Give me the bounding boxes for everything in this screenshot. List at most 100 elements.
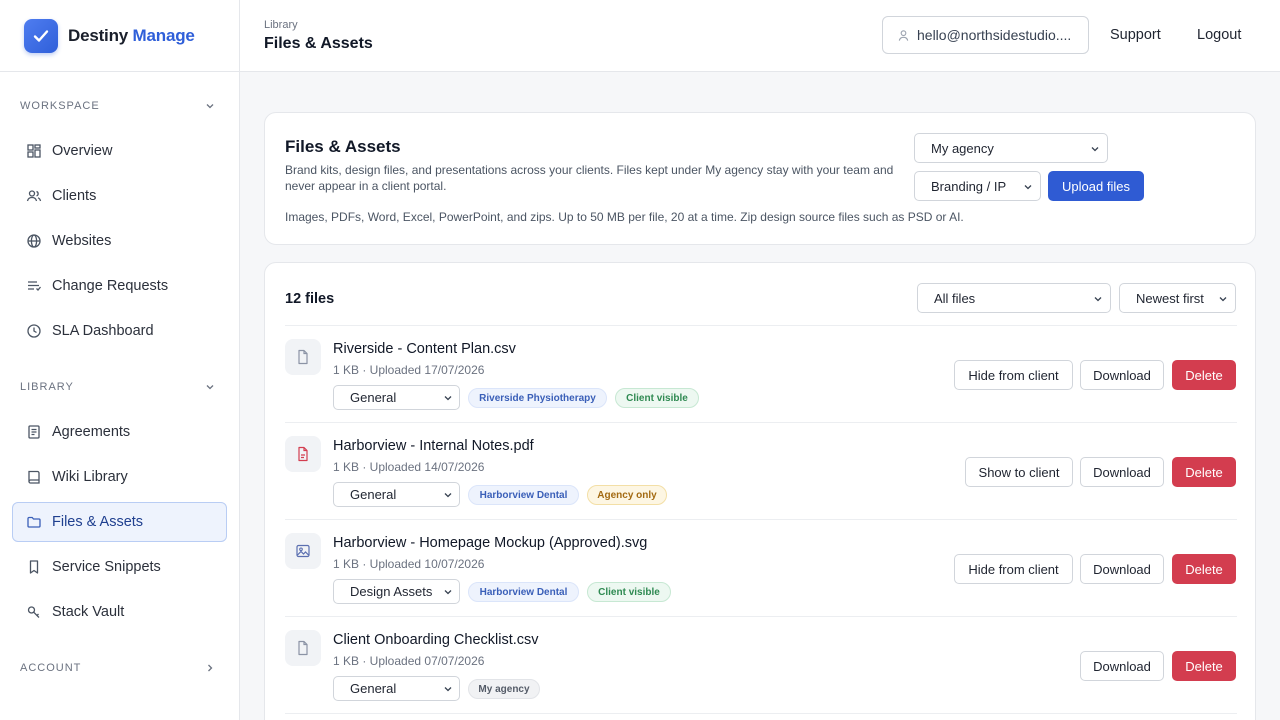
chevron-down-icon xyxy=(444,590,452,595)
client-tag: Harborview Dental xyxy=(468,582,579,602)
filter-select[interactable]: All files xyxy=(917,283,1111,313)
file-count: 12 files xyxy=(285,291,335,307)
chevron-down-icon xyxy=(1091,147,1099,152)
users-icon xyxy=(26,190,42,202)
account-email-button[interactable]: hello@northsidestudio.... xyxy=(882,16,1089,54)
visibility-badge: Client visible xyxy=(587,582,671,602)
key-icon xyxy=(27,606,40,618)
upload-hint: Images, PDFs, Word, Excel, PowerPoint, a… xyxy=(285,210,964,224)
upload-card-title: Files & Assets xyxy=(285,137,401,156)
file-category-value: Design Assets xyxy=(350,584,433,599)
file-row xyxy=(285,713,1237,720)
visibility-badge: Agency only xyxy=(587,485,667,505)
hide-from-client-button[interactable]: Hide from client xyxy=(954,554,1073,584)
nav-item-service-snippets[interactable]: Service Snippets xyxy=(12,547,227,587)
delete-button[interactable]: Delete xyxy=(1172,651,1236,681)
file-name[interactable]: Harborview - Homepage Mockup (Approved).… xyxy=(333,535,647,551)
bookmark-icon xyxy=(29,560,39,574)
section-account-label: ACCOUNT xyxy=(20,662,82,674)
owner-select[interactable]: My agency xyxy=(914,133,1108,163)
file-category-select[interactable]: General xyxy=(333,482,460,507)
download-button[interactable]: Download xyxy=(1080,457,1164,487)
globe-icon xyxy=(27,234,41,248)
delete-button[interactable]: Delete xyxy=(1172,554,1236,584)
chevron-down-icon xyxy=(1094,297,1102,302)
nav-label: Websites xyxy=(52,233,112,249)
category-select-value: Branding / IP xyxy=(931,178,1007,194)
client-tag: Harborview Dental xyxy=(468,485,579,505)
download-button[interactable]: Download xyxy=(1080,651,1164,681)
file-category-select[interactable]: General xyxy=(333,385,460,410)
nav-label: Files & Assets xyxy=(52,514,144,530)
section-workspace[interactable]: WORKSPACE xyxy=(0,96,239,116)
support-link[interactable]: Support xyxy=(1110,27,1161,43)
chevron-down-icon xyxy=(206,104,214,109)
user-icon xyxy=(898,29,909,41)
brand-name-part2: Manage xyxy=(132,25,195,45)
client-tag: Riverside Physiotherapy xyxy=(468,388,607,408)
topbar: Library Files & Assets hello@northsidest… xyxy=(240,0,1280,72)
nav-item-stack-vault[interactable]: Stack Vault xyxy=(12,592,227,632)
nav-label: Wiki Library xyxy=(52,469,128,485)
file-row: Client Onboarding Checklist.csv 1 KB · U… xyxy=(285,616,1237,713)
sidebar: Destiny Manage WORKSPACE Overview Client… xyxy=(0,0,240,720)
show-to-client-button[interactable]: Show to client xyxy=(965,457,1073,487)
brand-name-part1: Destiny xyxy=(68,25,129,45)
file-meta: 1 KB · Uploaded 14/07/2026 xyxy=(333,460,485,474)
visibility-badge: Client visible xyxy=(615,388,699,408)
file-meta: 1 KB · Uploaded 17/07/2026 xyxy=(333,363,485,377)
nav-item-change-requests[interactable]: Change Requests xyxy=(12,266,227,306)
sort-select-value: Newest first xyxy=(1136,290,1204,306)
section-workspace-label: WORKSPACE xyxy=(20,100,100,112)
file-category-select[interactable]: General xyxy=(333,676,460,701)
book-icon xyxy=(28,470,40,484)
hide-from-client-button[interactable]: Hide from client xyxy=(954,360,1073,390)
file-row: Riverside - Content Plan.csv 1 KB · Uplo… xyxy=(285,325,1237,422)
logout-link[interactable]: Logout xyxy=(1197,27,1241,43)
page-title: Files & Assets xyxy=(264,35,373,52)
nav-item-overview[interactable]: Overview xyxy=(12,131,227,171)
download-button[interactable]: Download xyxy=(1080,554,1164,584)
nav-label: Agreements xyxy=(52,424,131,440)
delete-button[interactable]: Delete xyxy=(1172,360,1236,390)
owner-select-value: My agency xyxy=(931,140,994,156)
image-icon xyxy=(285,533,321,569)
nav-item-wiki-library[interactable]: Wiki Library xyxy=(12,457,227,497)
nav-item-websites[interactable]: Websites xyxy=(12,221,227,261)
sort-select[interactable]: Newest first xyxy=(1119,283,1236,313)
account-email: hello@northsidestudio.... xyxy=(917,27,1072,43)
nav-item-files-assets[interactable]: Files & Assets xyxy=(12,502,227,542)
file-name[interactable]: Riverside - Content Plan.csv xyxy=(333,341,516,357)
chevron-right-icon xyxy=(208,664,213,672)
file-category-value: General xyxy=(350,487,397,502)
category-select[interactable]: Branding / IP xyxy=(914,171,1041,201)
file-row: Harborview - Homepage Mockup (Approved).… xyxy=(285,519,1237,616)
section-library[interactable]: LIBRARY xyxy=(0,377,239,397)
upload-card: Files & Assets Brand kits, design files,… xyxy=(264,112,1256,245)
file-name[interactable]: Client Onboarding Checklist.csv xyxy=(333,632,539,648)
files-card: 12 files All files Newest first Riversid… xyxy=(264,262,1256,720)
nav-item-clients[interactable]: Clients xyxy=(12,176,227,216)
section-account[interactable]: ACCOUNT xyxy=(0,658,239,678)
download-button[interactable]: Download xyxy=(1080,360,1164,390)
chevron-down-icon xyxy=(206,385,214,390)
nav-label: Service Snippets xyxy=(52,559,161,575)
brand-name: Destiny Manage xyxy=(68,26,195,46)
file-category-select[interactable]: Design Assets xyxy=(333,579,460,604)
delete-button[interactable]: Delete xyxy=(1172,457,1236,487)
file-name[interactable]: Harborview - Internal Notes.pdf xyxy=(333,438,534,454)
file-icon xyxy=(285,630,321,666)
logo-check-icon xyxy=(24,18,58,53)
nav-item-agreements[interactable]: Agreements xyxy=(12,412,227,452)
file-meta: 1 KB · Uploaded 10/07/2026 xyxy=(333,557,485,571)
section-library-label: LIBRARY xyxy=(20,381,74,393)
upload-files-button[interactable]: Upload files xyxy=(1048,171,1144,201)
file-row: Harborview - Internal Notes.pdf 1 KB · U… xyxy=(285,422,1237,519)
client-tag: My agency xyxy=(468,679,540,699)
file-category-value: General xyxy=(350,390,397,405)
nav-item-sla-dashboard[interactable]: SLA Dashboard xyxy=(12,311,227,351)
file-icon xyxy=(285,339,321,375)
nav-label: Clients xyxy=(52,188,97,204)
filter-select-value: All files xyxy=(934,290,976,306)
breadcrumb[interactable]: Library xyxy=(264,19,298,31)
